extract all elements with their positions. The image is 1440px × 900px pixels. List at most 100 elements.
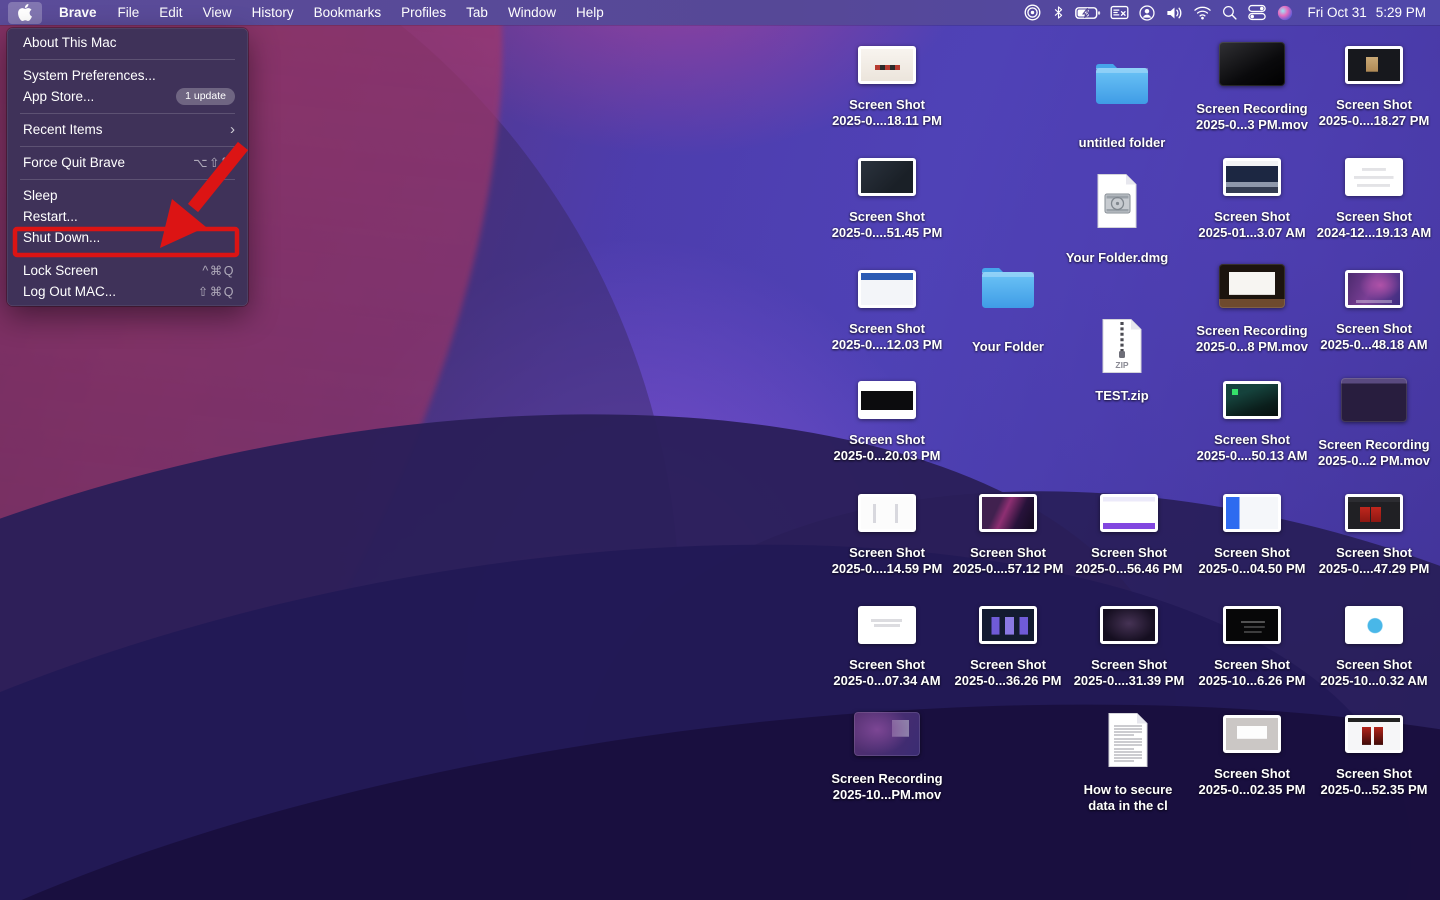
desktop-icon-label: Screen Shot [832, 321, 943, 337]
desktop-icon-screen-recording-2025-10...pm.mov[interactable]: Screen Recording 2025-10...PM.mov [812, 712, 962, 802]
screenshot-thumbnail [1223, 606, 1281, 644]
desktop-icon-screen-shot-2025-0...48.18-am[interactable]: Screen Shot 2025-0...48.18 AM [1299, 270, 1440, 352]
menu-item-shortcut: ^⌘Q [202, 263, 235, 278]
menu-item-recent-items[interactable]: Recent Items › [7, 119, 248, 140]
battery-icon[interactable] [1075, 0, 1101, 25]
menu-item-label: Recent Items [23, 122, 103, 137]
siri-icon[interactable] [1276, 0, 1294, 25]
text-document-icon [1106, 712, 1150, 773]
screenshot-thumbnail [1345, 606, 1403, 644]
svg-text:ZIP: ZIP [1115, 360, 1129, 370]
menu-item-shortcut: ⇧⌘Q [198, 284, 235, 299]
disk-image-icon [1095, 173, 1139, 234]
desktop-icon-screen-shot-2025-0....51.45-pm[interactable]: Screen Shot 2025-0....51.45 PM [812, 158, 962, 240]
status-icons [1023, 0, 1294, 25]
bluetooth-icon[interactable] [1051, 0, 1066, 25]
menubar-item-history[interactable]: History [242, 0, 304, 25]
menu-item-log-out-mac[interactable]: Log Out MAC...⇧⌘Q [7, 281, 248, 302]
menu-item-about-this-mac[interactable]: About This Mac [7, 32, 248, 53]
menubar-item-help[interactable]: Help [566, 0, 614, 25]
screenshot-thumbnail [979, 494, 1037, 532]
update-badge: 1 update [176, 88, 235, 105]
menu-item-force-quit-brave[interactable]: Force Quit Brave⌥⇧⌘ [7, 152, 248, 173]
volume-icon[interactable] [1165, 0, 1184, 25]
menu-separator [20, 113, 235, 114]
desktop-icon-label-line2: 2025-10...6.26 PM [1199, 673, 1306, 689]
desktop-icon-screen-shot-2025-0...52.35-pm[interactable]: Screen Shot 2025-0...52.35 PM [1299, 715, 1440, 797]
menubar-item-bookmarks[interactable]: Bookmarks [304, 0, 392, 25]
desktop-icon-label-line2: 2025-0...2 PM.mov [1318, 453, 1430, 469]
desktop-icon-label: Screen Shot [1199, 766, 1306, 782]
menubar-item-profiles[interactable]: Profiles [391, 0, 456, 25]
screenshot-thumbnail [1345, 158, 1403, 196]
search-icon[interactable] [1221, 0, 1238, 25]
screenshot-thumbnail [858, 46, 916, 84]
menu-item-lock-screen[interactable]: Lock Screen ^⌘Q [7, 260, 248, 281]
menu-item-sleep[interactable]: Sleep [7, 185, 248, 206]
input-icon[interactable] [1110, 0, 1129, 25]
macos-desktop: Screen Shot 2025-0....18.11 PM Screen Sh… [0, 0, 1440, 900]
clock-time: 5:29 PM [1376, 5, 1426, 20]
desktop-icon-screen-shot-2025-0....18.11-pm[interactable]: Screen Shot 2025-0....18.11 PM [812, 46, 962, 128]
menu-separator [20, 254, 235, 255]
screenshot-thumbnail [858, 158, 916, 196]
control-center-icon[interactable] [1247, 0, 1267, 25]
menu-item-shut-down[interactable]: Shut Down... [7, 227, 248, 248]
menubar-item-brave[interactable]: Brave [48, 0, 108, 25]
menu-item-app-store[interactable]: App Store...1 update [7, 86, 248, 107]
menubar-item-view[interactable]: View [193, 0, 242, 25]
recording-thumbnail [854, 712, 920, 756]
menubar-item-tab[interactable]: Tab [456, 0, 498, 25]
menubar-item-edit[interactable]: Edit [149, 0, 192, 25]
account-icon[interactable] [1138, 0, 1156, 25]
menu-item-label: About This Mac [23, 35, 117, 50]
desktop-icon-label: Screen Shot [1319, 97, 1430, 113]
desktop-icon-label: Screen Shot [953, 545, 1064, 561]
desktop-icon-screen-shot-2025-0...20.03-pm[interactable]: Screen Shot 2025-0...20.03 PM [812, 381, 962, 463]
menubar-item-file[interactable]: File [108, 0, 150, 25]
desktop-icon-label-line2: 2025-0....50.13 AM [1197, 448, 1308, 464]
desktop-icon-label-line2: 2025-0...3 PM.mov [1196, 117, 1308, 133]
screenshot-thumbnail [1223, 381, 1281, 419]
desktop-icon-label: Screen Recording [1196, 101, 1308, 117]
folder-icon [979, 262, 1037, 317]
screenshot-thumbnail [858, 381, 916, 419]
desktop-icon-screen-shot-2025-10...0.32-am[interactable]: Screen Shot 2025-10...0.32 AM [1299, 606, 1440, 688]
apple-menu-button[interactable] [8, 2, 42, 24]
desktop-icon-label: Screen Shot [1199, 657, 1306, 673]
menu-bar: BraveFileEditViewHistoryBookmarksProfile… [0, 0, 1440, 25]
desktop-icon-your-folder.dmg[interactable]: Your Folder.dmg [1042, 173, 1192, 266]
recording-thumbnail [1219, 42, 1285, 86]
menu-item-label: Lock Screen [23, 263, 98, 278]
desktop-icon-label-line2: 2025-0....51.45 PM [832, 225, 943, 241]
menu-bar-status: Fri Oct 31 5:29 PM [1023, 0, 1440, 25]
desktop-icon-screen-shot-2024-12...19.13-am[interactable]: Screen Shot 2024-12...19.13 AM [1299, 158, 1440, 240]
menu-separator [20, 59, 235, 60]
menu-item-restart[interactable]: Restart... [7, 206, 248, 227]
desktop-icon-label: How to secure [1084, 782, 1173, 798]
menu-bar-clock[interactable]: Fri Oct 31 5:29 PM [1307, 5, 1426, 20]
screenshot-thumbnail [858, 606, 916, 644]
desktop-icon-screen-recording-2025-0...2-pm.mov[interactable]: Screen Recording 2025-0...2 PM.mov [1299, 378, 1440, 468]
screenshot-thumbnail [1345, 46, 1403, 84]
desktop-icon-label-line2: 2025-0...48.18 AM [1320, 337, 1427, 353]
desktop-icon-label: Screen Shot [1198, 209, 1305, 225]
desktop-icon-label: Screen Shot [832, 97, 942, 113]
desktop-icon-label: Your Folder.dmg [1066, 250, 1168, 266]
desktop-icon-label-line2: 2025-0...20.03 PM [834, 448, 941, 464]
menubar-item-window[interactable]: Window [498, 0, 566, 25]
desktop-icon-untitled-folder[interactable]: untitled folder [1047, 58, 1197, 151]
airplay-icon[interactable] [1023, 0, 1042, 25]
desktop-icon-label: Screen Shot [833, 657, 940, 673]
desktop-icon-screen-shot-2025-0....47.29-pm[interactable]: Screen Shot 2025-0....47.29 PM [1299, 494, 1440, 576]
menu-item-system-preferences[interactable]: System Preferences... [7, 65, 248, 86]
submenu-chevron-icon: › [230, 122, 235, 137]
desktop-icon-label: Screen Shot [1199, 545, 1306, 561]
desktop-icon-label-line2: 2025-0....18.11 PM [832, 113, 942, 129]
desktop-icon-screen-shot-2025-0....18.27-pm[interactable]: Screen Shot 2025-0....18.27 PM [1299, 46, 1440, 128]
wifi-icon[interactable] [1193, 0, 1212, 25]
desktop-icon-test.zip[interactable]: ZIP TEST.zip [1047, 318, 1197, 404]
desktop-icon-label-line2: 2025-0...56.46 PM [1076, 561, 1183, 577]
desktop-icon-label-line2: 2025-0....57.12 PM [953, 561, 1064, 577]
desktop-icon-label: Screen Shot [834, 432, 941, 448]
